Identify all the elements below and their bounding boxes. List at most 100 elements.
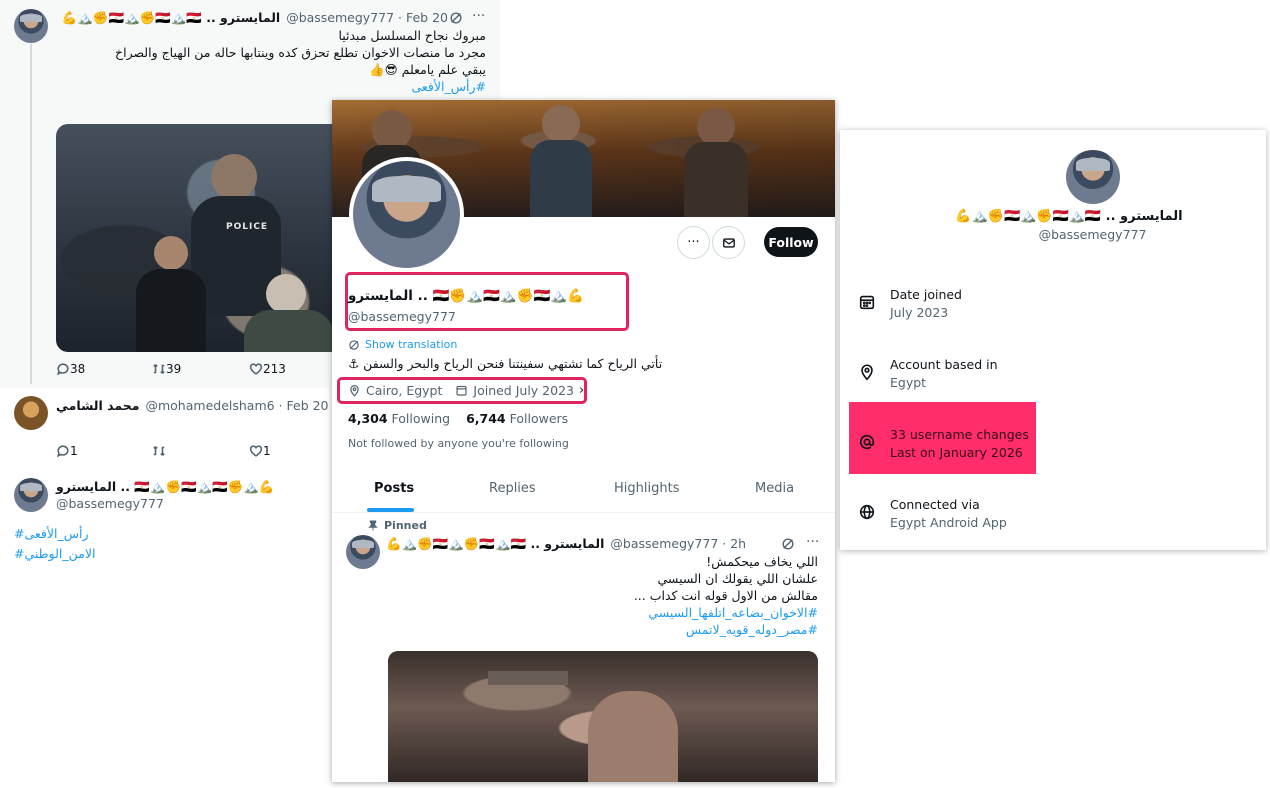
like-button[interactable]: 1 (249, 444, 271, 458)
globe-icon (859, 504, 875, 520)
date-joined-label: Date joined (890, 287, 962, 302)
grok-icon[interactable] (781, 537, 795, 554)
username-changes-value: Last on January 2026 (890, 445, 1023, 460)
tab-replies[interactable]: Replies (489, 481, 536, 496)
tweet-line: مبروك نجاح المسلسل مبدئيا (338, 28, 486, 43)
figure-body (684, 142, 748, 217)
tweet-line: اللي يخاف ميحكمش! (706, 554, 818, 569)
hashtag-link[interactable]: #الامن_الوطني (14, 546, 95, 561)
figure-head (211, 154, 257, 200)
display-name[interactable]: المايسترو .. 🇪🇬🏔️✊🇪🇬🏔️🇪🇬✊🏔️💪 (56, 479, 274, 494)
message-button[interactable] (712, 226, 745, 259)
location-text: Cairo, Egypt (366, 383, 443, 398)
avatar[interactable] (14, 478, 48, 512)
avatar[interactable] (346, 535, 380, 569)
hashtag-link[interactable]: #رأس_الأفعى (14, 526, 89, 541)
not-followed-note: Not followed by anyone you're following (348, 437, 569, 450)
based-in-label: Account based in (890, 357, 998, 372)
figure-head (266, 274, 306, 314)
following-label: Following (391, 411, 451, 426)
connected-via-row: Connected via Egypt Android App (858, 497, 1007, 530)
figure-body (244, 310, 334, 352)
figure-head (154, 236, 188, 270)
grok-icon[interactable] (449, 11, 463, 28)
calendar-icon (456, 385, 467, 396)
username-changes-label: 33 username changes (890, 427, 1029, 442)
followers-count: 6,744 (466, 411, 506, 426)
figure-head (588, 691, 678, 782)
like-count: 213 (263, 362, 286, 376)
about-handle: @bassemegy777 (1038, 227, 1147, 242)
hashtag-link[interactable]: #رأس_الأفعى (60, 78, 486, 95)
divider (332, 512, 835, 513)
date-joined-value: July 2023 (890, 305, 949, 320)
police-label: POLICE (226, 222, 269, 232)
more-icon: ··· (687, 235, 700, 250)
figure-body (136, 269, 206, 352)
more-button[interactable]: ··· (677, 226, 710, 259)
hashtag-link[interactable]: #الاخوان_بضاعه_اتلفها_السيسي (386, 604, 818, 621)
profile-bio: تأتي الرياح كما تشتهي سفينتنا فنحن الريا… (348, 356, 663, 371)
username-changes-row[interactable]: 33 username changes Last on January 2026 (858, 427, 1029, 460)
display-name[interactable]: محمد الشامي (56, 398, 139, 413)
tweet-line: علشان اللي يقولك ان السيسي (657, 571, 819, 586)
tab-highlights[interactable]: Highlights (614, 481, 679, 496)
joined-text[interactable]: Joined July 2023 (473, 383, 574, 398)
retweet-count: 39 (166, 362, 182, 376)
follow-button[interactable]: Follow (764, 227, 818, 257)
following-count: 4,304 (348, 411, 388, 426)
followers-link[interactable]: 6,744 Followers (466, 411, 568, 426)
based-in-value: Egypt (890, 375, 927, 390)
more-icon[interactable]: ··· (806, 534, 819, 550)
tweet-image[interactable]: POLICE (56, 124, 356, 352)
avatar[interactable] (14, 9, 48, 43)
connected-via-label: Connected via (890, 497, 980, 512)
tweet-header: محمد الشامي @mohamedelsham6 · Feb 20 (56, 398, 329, 413)
display-name[interactable]: المايسترو .. 🇪🇬🏔️✊🇪🇬🏔️🇪🇬✊🏔️💪 (62, 10, 280, 26)
show-translation-label: Show translation (365, 338, 458, 351)
avatar[interactable] (14, 396, 48, 430)
figure-head (697, 108, 735, 146)
based-in-row: Account based in Egypt (858, 357, 998, 390)
more-icon[interactable]: ··· (472, 8, 485, 24)
chevron-right-icon[interactable]: › (579, 383, 584, 398)
retweet-button[interactable]: 39 (152, 362, 181, 376)
tweet-line: مجرد ما منصات الاخوان تطلع تحزق كده وينت… (115, 45, 486, 60)
location-icon (861, 364, 873, 381)
tweet-header: المايسترو .. 🇪🇬🏔️✊🇪🇬🏔️🇪🇬✊🏔️💪 @bassemegy7… (62, 10, 448, 26)
reply-count: 1 (70, 444, 78, 458)
thread-line (30, 44, 32, 384)
hashtag-link[interactable]: #مصر_دوله_قويه_لاتمس (386, 621, 818, 638)
like-button[interactable]: 213 (249, 362, 286, 376)
handle[interactable]: @bassemegy777 (56, 496, 164, 511)
pinned-indicator: Pinned (368, 519, 427, 532)
handle-date[interactable]: @mohamedelsham6 · Feb 20 (145, 398, 328, 413)
reply-button[interactable]: 1 (56, 444, 78, 458)
retweet-button[interactable] (152, 444, 166, 458)
display-name[interactable]: المايسترو .. 🇪🇬🏔️✊🇪🇬🏔️🇪🇬✊🏔️💪 (386, 536, 604, 552)
tweet-video[interactable] (388, 651, 818, 782)
following-link[interactable]: 4,304 Following (348, 411, 450, 426)
follow-stats: 4,304 Following 6,744 Followers (348, 411, 568, 426)
tweet-header: المايسترو .. 🇪🇬🏔️✊🇪🇬🏔️🇪🇬✊🏔️💪 (56, 479, 274, 495)
handle-date[interactable]: @bassemegy777 · Feb 20 (286, 10, 448, 26)
handle-time[interactable]: @bassemegy777 · 2h (610, 536, 746, 552)
about-avatar[interactable] (1066, 150, 1120, 204)
tweet-line: يبقي علم يامعلم 😎👍 (369, 62, 486, 77)
tab-posts[interactable]: Posts (374, 481, 414, 496)
show-translation-link[interactable]: Show translation (348, 338, 457, 351)
tweet-header: المايسترو .. 🇪🇬🏔️✊🇪🇬🏔️🇪🇬✊🏔️💪 @bassemegy7… (386, 536, 746, 552)
mail-icon (722, 237, 735, 248)
profile-avatar[interactable] (349, 157, 464, 272)
reply-button[interactable]: 38 (56, 362, 85, 376)
tab-media[interactable]: Media (755, 481, 794, 496)
pinned-label: Pinned (384, 519, 427, 532)
profile-meta: Cairo, Egypt Joined July 2023 › (348, 383, 584, 398)
about-name: المايسترو .. 🇪🇬🏔️✊🇪🇬🏔️🇪🇬✊🏔️💪 (955, 209, 1183, 224)
profile-name: المايسترو .. 🇪🇬✊🏔️🇪🇬🏔️✊🇪🇬🏔️💪 (348, 288, 584, 304)
tweet-body: اللي يخاف ميحكمش! علشان اللي يقولك ان ال… (386, 553, 818, 638)
video-object (488, 671, 568, 685)
translate-icon (349, 339, 359, 350)
figure-body (530, 140, 592, 217)
tweet-body: مبروك نجاح المسلسل مبدئيا مجرد ما منصات … (60, 27, 486, 95)
